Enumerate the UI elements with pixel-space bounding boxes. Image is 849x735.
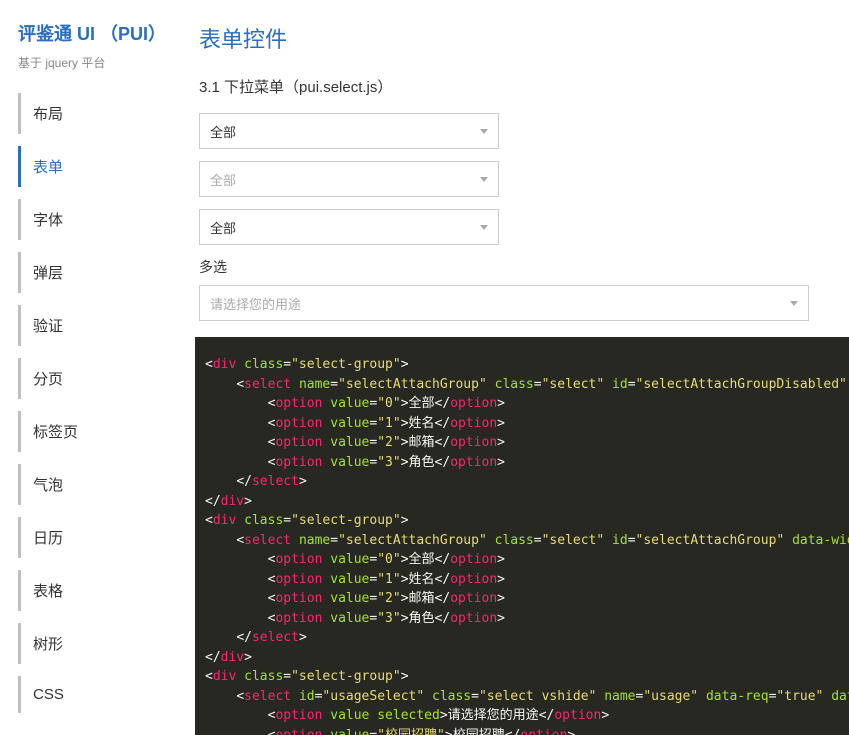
select-dropdown-2-disabled[interactable]: 全部 bbox=[199, 161, 499, 197]
select-placeholder: 请选择您的用途 bbox=[210, 294, 301, 313]
brand-subtitle: 基于 jquery 平台 bbox=[18, 54, 195, 71]
nav-list: 布局表单字体弹层验证分页标签页气泡日历表格树形 CSS bbox=[18, 93, 195, 713]
sidebar-item-2[interactable]: 字体 bbox=[18, 199, 195, 240]
select-value: 全部 bbox=[210, 170, 236, 189]
sidebar-item-6[interactable]: 标签页 bbox=[18, 411, 195, 452]
sidebar-item-7[interactable]: 气泡 bbox=[18, 464, 195, 505]
select-value: 全部 bbox=[210, 218, 236, 237]
sidebar: 评鉴通 UI （PUI） 基于 jquery 平台 布局表单字体弹层验证分页标签… bbox=[0, 0, 195, 735]
sidebar-item-4[interactable]: 验证 bbox=[18, 305, 195, 346]
sidebar-item-10[interactable]: 树形 bbox=[18, 623, 195, 664]
select-dropdown-3[interactable]: 全部 bbox=[199, 209, 499, 245]
sidebar-item-1[interactable]: 表单 bbox=[18, 146, 195, 187]
section-title: 3.1 下拉菜单（pui.select.js） bbox=[199, 76, 849, 97]
sidebar-item-9[interactable]: 表格 bbox=[18, 570, 195, 611]
sidebar-item-3[interactable]: 弹层 bbox=[18, 252, 195, 293]
chevron-down-icon bbox=[480, 225, 488, 230]
multi-select-label: 多选 bbox=[199, 257, 849, 277]
chevron-down-icon bbox=[790, 301, 798, 306]
brand-title: 评鉴通 UI （PUI） bbox=[18, 20, 195, 46]
multi-select-dropdown[interactable]: 请选择您的用途 bbox=[199, 285, 809, 321]
main-content: 表单控件 3.1 下拉菜单（pui.select.js） 全部 全部 全部 多选… bbox=[195, 0, 849, 735]
sidebar-item-0[interactable]: 布局 bbox=[18, 93, 195, 134]
select-dropdown-1[interactable]: 全部 bbox=[199, 113, 499, 149]
code-sample: <div class="select-group"> <select name=… bbox=[195, 337, 849, 735]
chevron-down-icon bbox=[480, 129, 488, 134]
sidebar-item-11[interactable]: CSS bbox=[18, 676, 195, 713]
chevron-down-icon bbox=[480, 177, 488, 182]
select-value: 全部 bbox=[210, 122, 236, 141]
page-title: 表单控件 bbox=[199, 22, 849, 54]
sidebar-item-8[interactable]: 日历 bbox=[18, 517, 195, 558]
sidebar-item-5[interactable]: 分页 bbox=[18, 358, 195, 399]
